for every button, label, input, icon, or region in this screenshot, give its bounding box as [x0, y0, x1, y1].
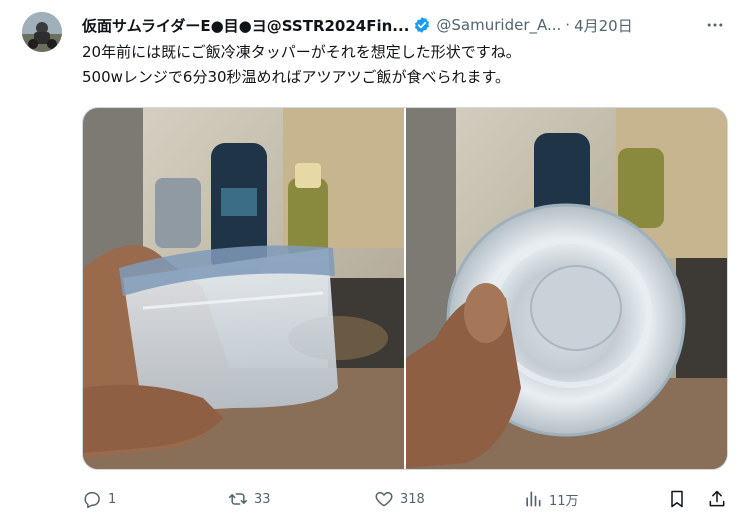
tweet-date[interactable]: 4月20日	[574, 15, 633, 36]
more-dots-icon[interactable]	[703, 13, 727, 37]
tweet-text: 20年前には既にご飯冷凍タッパーがそれを想定した形状ですね。 500wレンジで6…	[82, 40, 732, 90]
views-button[interactable]: 11万	[523, 486, 579, 512]
retweet-icon	[228, 489, 248, 509]
tweet-text-line: 20年前には既にご飯冷凍タッパーがそれを想定した形状ですね。	[82, 43, 521, 61]
retweet-button[interactable]: 33	[228, 486, 271, 512]
avatar[interactable]	[22, 12, 62, 52]
heart-icon	[374, 489, 394, 509]
media-grid	[82, 107, 728, 470]
reply-icon	[82, 489, 102, 509]
tweet-header: 仮面サムライダーE●目●ヨ@SSTR2024Fin... @Samurider_…	[82, 14, 735, 36]
verified-badge-icon[interactable]	[413, 16, 431, 34]
author-handle[interactable]: @Samurider_A...	[436, 16, 561, 34]
reply-count: 1	[108, 491, 117, 507]
retweet-count: 33	[254, 491, 271, 507]
photo-container-side-view[interactable]	[83, 108, 404, 469]
author-name[interactable]: 仮面サムライダーE●目●ヨ@SSTR2024Fin...	[82, 15, 409, 36]
bookmark-button[interactable]	[667, 486, 687, 512]
like-button[interactable]: 318	[374, 486, 425, 512]
reply-button[interactable]: 1	[82, 486, 116, 512]
like-count: 318	[400, 491, 425, 507]
separator: ·	[565, 16, 571, 34]
photo-container-bottom-view[interactable]	[406, 108, 727, 469]
view-count: 11万	[549, 493, 579, 509]
action-bar: 1 33 318 11万	[82, 486, 732, 512]
tweet-text-line: 500wレンジで6分30秒温めればアツアツご飯が食べられます。	[82, 68, 511, 86]
share-icon	[707, 489, 727, 509]
bookmark-icon	[667, 489, 687, 509]
share-button[interactable]	[707, 486, 727, 512]
analytics-icon	[523, 489, 543, 509]
